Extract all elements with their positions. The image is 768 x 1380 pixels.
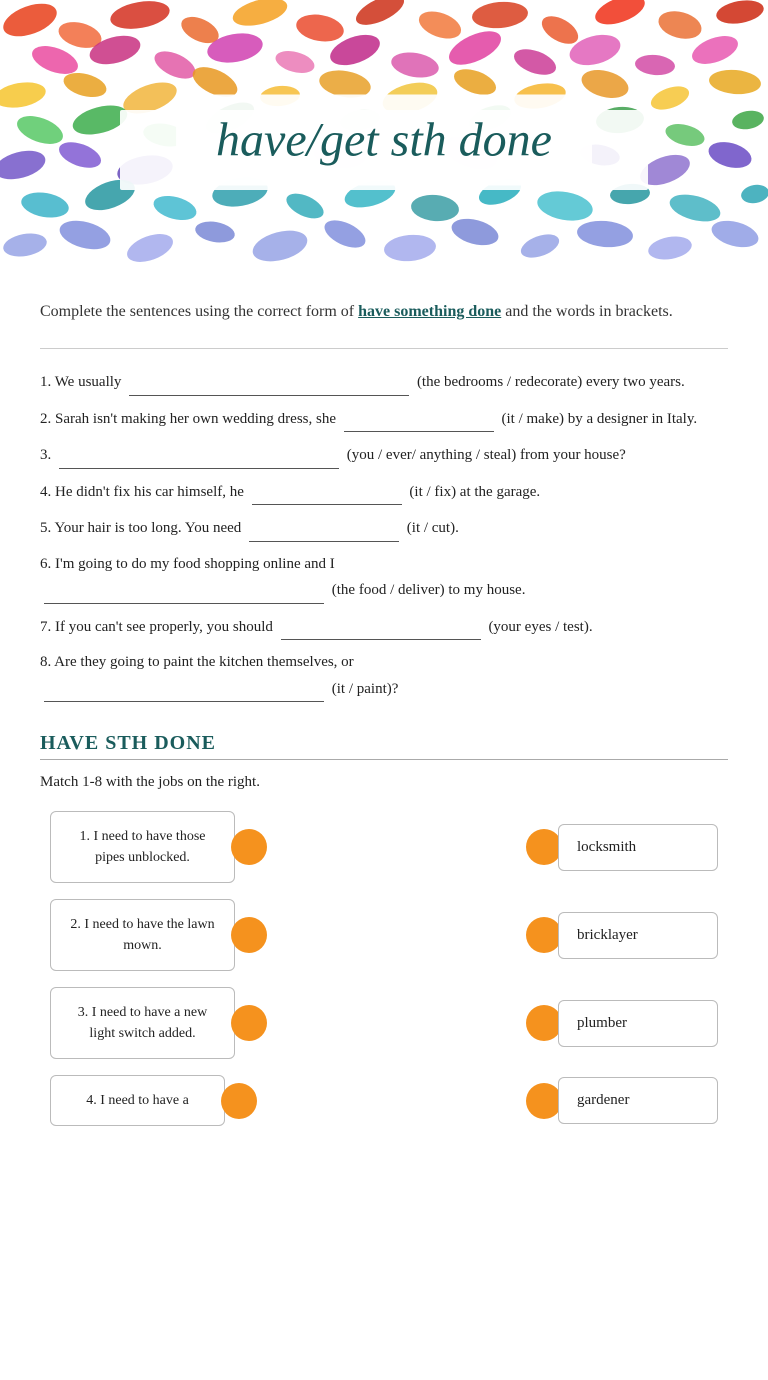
- ex2-suffix: (it / make) by a designer in Italy.: [502, 411, 698, 427]
- match-right-2: bricklayer: [526, 912, 718, 959]
- ex2-prefix: 2. Sarah isn't making her own wedding dr…: [40, 411, 336, 427]
- ex4-prefix: 4. He didn't fix his car himself, he: [40, 484, 244, 500]
- match-container: 1. I need to have those pipes unblocked.…: [40, 811, 728, 1126]
- ex3-blank[interactable]: [59, 442, 339, 469]
- section2-divider: [40, 759, 728, 760]
- match-dot-left-3[interactable]: [231, 1005, 267, 1041]
- ex5-prefix: 5. Your hair is too long. You need: [40, 520, 241, 536]
- exercise-2: 2. Sarah isn't making her own wedding dr…: [40, 406, 728, 433]
- ex8-blank[interactable]: [44, 676, 324, 703]
- match-card-right-3[interactable]: plumber: [558, 1000, 718, 1047]
- match-left-4: 4. I need to have a: [50, 1075, 257, 1126]
- ex5-suffix: (it / cut).: [407, 520, 459, 536]
- ex6-prefix: 6. I'm going to do my food shopping onli…: [40, 556, 335, 572]
- match-card-left-2[interactable]: 2. I need to have the lawn mown.: [50, 899, 235, 971]
- ex6-blank[interactable]: [44, 577, 324, 604]
- exercise-3: 3. (you / ever/ anything / steal) from y…: [40, 442, 728, 469]
- exercise-6: 6. I'm going to do my food shopping onli…: [40, 552, 728, 604]
- match-dot-left-4[interactable]: [221, 1083, 257, 1119]
- top-divider: [40, 348, 728, 349]
- match-row-2: 2. I need to have the lawn mown. brickla…: [50, 899, 718, 971]
- match-card-left-3[interactable]: 3. I need to have a new light switch add…: [50, 987, 235, 1059]
- main-content: Complete the sentences using the correct…: [0, 280, 768, 1156]
- match-row-1: 1. I need to have those pipes unblocked.…: [50, 811, 718, 883]
- header-banner: have/get sth done: [0, 0, 768, 280]
- match-row-4: 4. I need to have a gardener: [50, 1075, 718, 1126]
- instruction-highlight: have something done: [358, 303, 501, 320]
- exercise-1: 1. We usually (the bedrooms / redecorate…: [40, 369, 728, 396]
- ex4-suffix: (it / fix) at the garage.: [409, 484, 540, 500]
- exercise-5: 5. Your hair is too long. You need (it /…: [40, 515, 728, 542]
- match-card-right-1[interactable]: locksmith: [558, 824, 718, 871]
- section2-title: HAVE STH DONE: [40, 732, 728, 755]
- ex8-suffix: (it / paint)?: [332, 681, 399, 697]
- ex8-prefix: 8. Are they going to paint the kitchen t…: [40, 654, 354, 670]
- exercises-section: 1. We usually (the bedrooms / redecorate…: [40, 369, 728, 702]
- match-dot-right-4[interactable]: [526, 1083, 562, 1119]
- ex1-number: 1. We usually: [40, 374, 121, 390]
- title-box: have/get sth done: [176, 95, 592, 186]
- match-instruction: Match 1-8 with the jobs on the right.: [40, 774, 728, 791]
- page-title: have/get sth done: [216, 114, 552, 167]
- match-dot-left-2[interactable]: [231, 917, 267, 953]
- exercise-8: 8. Are they going to paint the kitchen t…: [40, 650, 728, 702]
- match-left-1: 1. I need to have those pipes unblocked.: [50, 811, 267, 883]
- match-left-2: 2. I need to have the lawn mown.: [50, 899, 267, 971]
- match-dot-right-2[interactable]: [526, 917, 562, 953]
- ex3-number: 3.: [40, 447, 55, 463]
- match-row-3: 3. I need to have a new light switch add…: [50, 987, 718, 1059]
- ex1-blank[interactable]: [129, 369, 409, 396]
- ex2-blank[interactable]: [344, 406, 494, 433]
- ex4-blank[interactable]: [252, 479, 402, 506]
- ex7-blank[interactable]: [281, 614, 481, 641]
- match-card-right-2[interactable]: bricklayer: [558, 912, 718, 959]
- ex7-suffix: (your eyes / test).: [488, 619, 592, 635]
- ex5-blank[interactable]: [249, 515, 399, 542]
- match-dot-right-1[interactable]: [526, 829, 562, 865]
- match-right-3: plumber: [526, 1000, 718, 1047]
- match-right-4: gardener: [526, 1077, 718, 1124]
- ex1-suffix: (the bedrooms / redecorate) every two ye…: [417, 374, 685, 390]
- match-dot-right-3[interactable]: [526, 1005, 562, 1041]
- exercise-7: 7. If you can't see properly, you should…: [40, 614, 728, 641]
- match-left-3: 3. I need to have a new light switch add…: [50, 987, 267, 1059]
- ex7-prefix: 7. If you can't see properly, you should: [40, 619, 273, 635]
- match-right-1: locksmith: [526, 824, 718, 871]
- match-card-right-4[interactable]: gardener: [558, 1077, 718, 1124]
- match-card-left-1[interactable]: 1. I need to have those pipes unblocked.: [50, 811, 235, 883]
- match-dot-left-1[interactable]: [231, 829, 267, 865]
- instruction-text: Complete the sentences using the correct…: [40, 300, 728, 324]
- exercise-4: 4. He didn't fix his car himself, he (it…: [40, 479, 728, 506]
- match-card-left-4[interactable]: 4. I need to have a: [50, 1075, 225, 1126]
- ex6-suffix: (the food / deliver) to my house.: [332, 582, 526, 598]
- ex3-suffix: (you / ever/ anything / steal) from your…: [347, 447, 626, 463]
